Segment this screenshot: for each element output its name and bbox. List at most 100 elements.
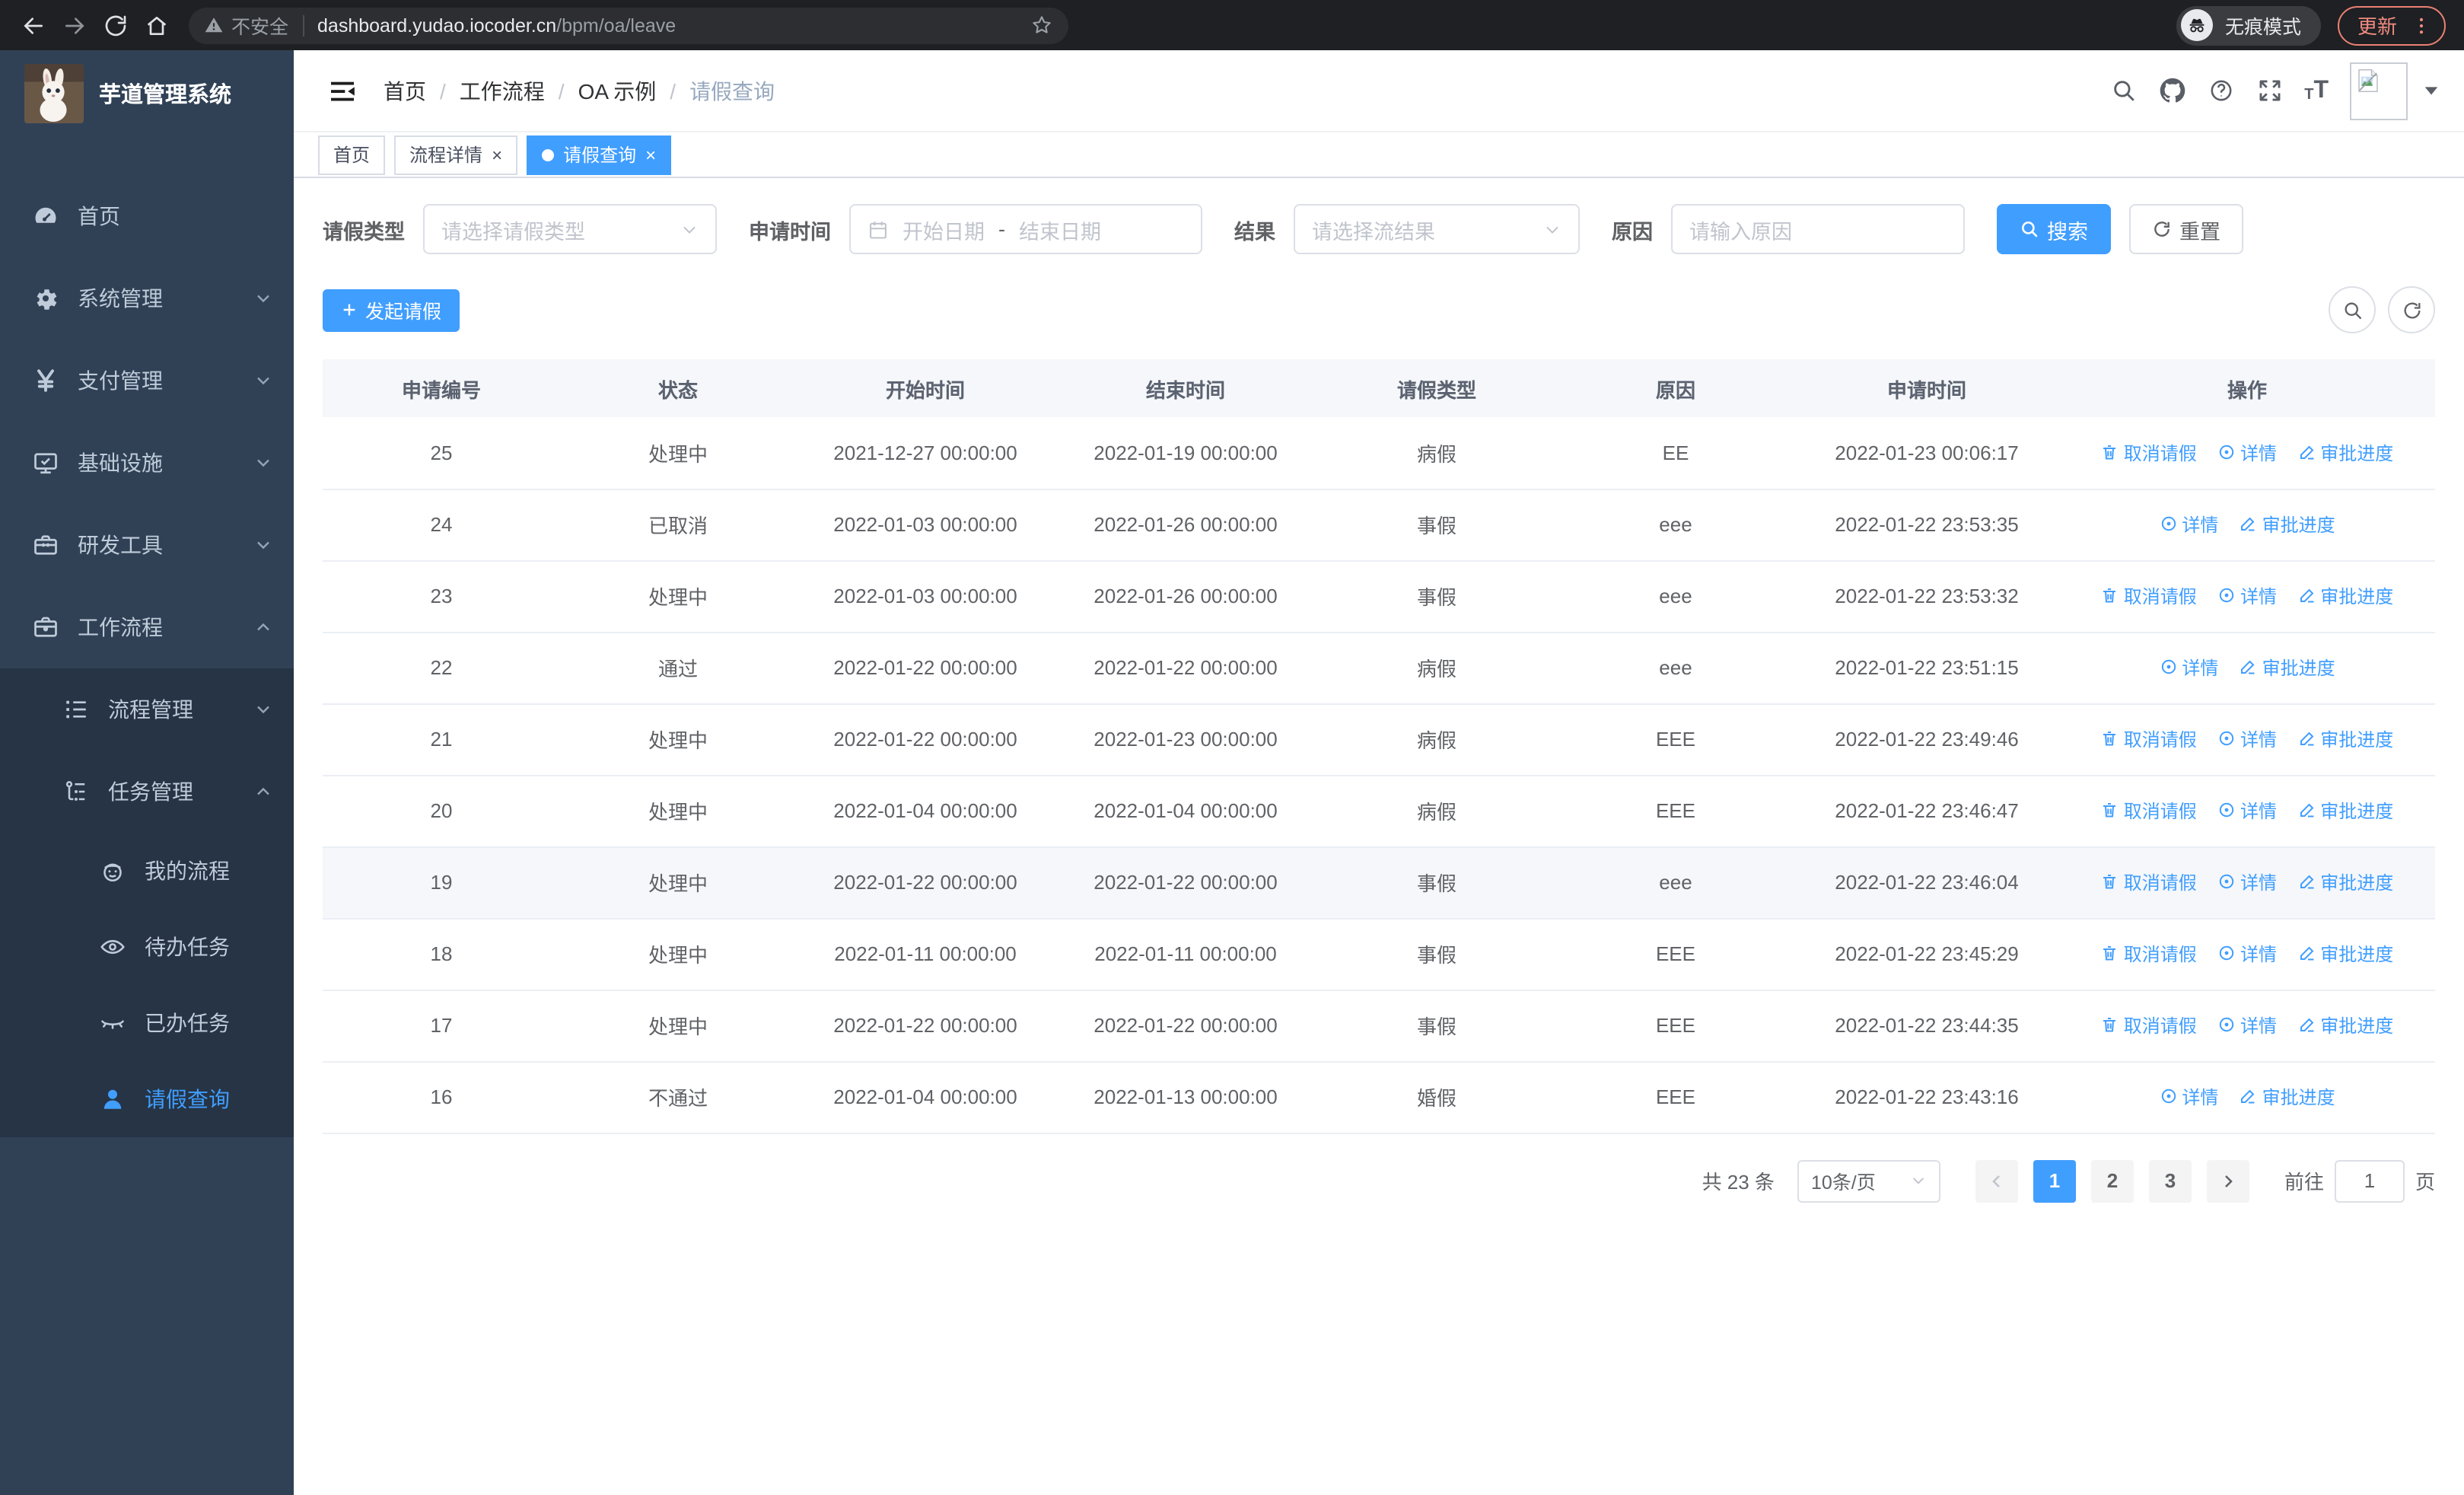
update-button[interactable]: 更新	[2337, 5, 2446, 45]
sidebar-item-workflow[interactable]: 工作流程	[0, 586, 294, 668]
detail-link[interactable]: 详情	[2217, 798, 2277, 824]
help-icon[interactable]	[2207, 77, 2234, 104]
reload-icon[interactable]	[94, 5, 135, 46]
sidebar-item-infrastructure[interactable]: 基础设施	[0, 422, 294, 504]
detail-link[interactable]: 详情	[2159, 655, 2218, 681]
apply-time-range-picker[interactable]: 开始日期 - 结束日期	[849, 204, 1202, 254]
create-leave-button[interactable]: 发起请假	[323, 288, 460, 331]
next-page-button[interactable]	[2206, 1159, 2249, 1202]
security-label[interactable]: 不安全	[231, 11, 288, 40]
approval-progress-link[interactable]: 审批进度	[2297, 941, 2393, 967]
edit-pen-icon	[2300, 1018, 2313, 1032]
breadcrumb-item[interactable]: 首页	[384, 75, 426, 106]
dashboard-icon	[32, 202, 59, 230]
cancel-leave-link[interactable]: 取消请假	[2101, 1012, 2197, 1038]
approval-progress-link[interactable]: 审批进度	[2240, 655, 2335, 681]
tab-leave-query[interactable]: 请假查询 ×	[527, 135, 672, 174]
page-button-3[interactable]: 3	[2148, 1159, 2192, 1202]
cancel-leave-link[interactable]: 取消请假	[2101, 798, 2197, 824]
refresh-table-button[interactable]	[2388, 286, 2435, 333]
page-button-2[interactable]: 2	[2090, 1159, 2134, 1202]
detail-link[interactable]: 详情	[2159, 1084, 2218, 1110]
chevron-right-icon	[2225, 1175, 2233, 1187]
cell-start-time: 2022-01-22 00:00:00	[796, 990, 1055, 1062]
cell-start-time: 2022-01-03 00:00:00	[796, 560, 1055, 633]
workflow-submenu: 流程管理 任务管理 我的流程 待办任务 已办任务 请假查询	[0, 668, 294, 1137]
sidebar-item-task-management[interactable]: 任务管理	[0, 751, 294, 833]
detail-label: 详情	[2240, 442, 2277, 464]
detail-link[interactable]: 详情	[2217, 869, 2277, 895]
tab-process-detail[interactable]: 流程详情 ×	[394, 135, 518, 174]
detail-link[interactable]: 详情	[2217, 726, 2277, 752]
update-label: 更新	[2357, 15, 2397, 38]
breadcrumb-item[interactable]: 工作流程	[460, 75, 545, 106]
result-select[interactable]: 请选择流结果	[1294, 204, 1580, 254]
cell-apply-time: 2022-01-22 23:44:35	[1794, 990, 2059, 1062]
cell-leave-type: 病假	[1316, 417, 1557, 489]
page-button-1[interactable]: 1	[2033, 1159, 2076, 1202]
detail-link[interactable]: 详情	[2159, 512, 2218, 537]
sidebar-item-devtools[interactable]: 研发工具	[0, 504, 294, 586]
detail-link[interactable]: 详情	[2217, 1012, 2277, 1038]
sidebar-item-process-management[interactable]: 流程管理	[0, 668, 294, 751]
cancel-leave-link[interactable]: 取消请假	[2101, 869, 2197, 895]
reason-input[interactable]: 请输入原因	[1671, 204, 1965, 254]
cell-apply-time: 2022-01-22 23:45:29	[1794, 918, 2059, 990]
sidebar-item-my-process[interactable]: 我的流程	[0, 833, 294, 909]
url-bar[interactable]: 不安全 dashboard.yudao.iocoder.cn/bpm/oa/le…	[189, 7, 1068, 43]
cell-end-time: 2022-01-26 00:00:00	[1055, 560, 1316, 633]
detail-link[interactable]: 详情	[2217, 583, 2277, 609]
approval-progress-link[interactable]: 审批进度	[2297, 583, 2393, 609]
sidebar-item-leave-query[interactable]: 请假查询	[0, 1061, 294, 1137]
forward-icon[interactable]	[53, 5, 94, 46]
approval-progress-link[interactable]: 审批进度	[2240, 1084, 2335, 1110]
tab-home[interactable]: 首页	[318, 135, 386, 174]
cancel-leave-link[interactable]: 取消请假	[2101, 941, 2197, 967]
close-icon[interactable]: ×	[645, 145, 656, 164]
leave-type-label: 请假类型	[323, 220, 405, 243]
approval-progress-link[interactable]: 审批进度	[2297, 726, 2393, 752]
sidebar-item-system[interactable]: 系统管理	[0, 257, 294, 339]
approval-progress-link[interactable]: 审批进度	[2297, 798, 2393, 824]
edit-pen-icon	[2300, 947, 2313, 961]
sidebar-item-done-tasks[interactable]: 已办任务	[0, 985, 294, 1061]
reset-button[interactable]: 重置	[2129, 204, 2243, 254]
avatar[interactable]	[2350, 62, 2408, 120]
approval-progress-link[interactable]: 审批进度	[2240, 512, 2335, 537]
github-icon[interactable]	[2158, 77, 2185, 104]
show-search-button[interactable]	[2329, 286, 2376, 333]
page-size-select[interactable]: 10条/页	[1797, 1159, 1940, 1202]
sidebar-item-home[interactable]: 首页	[0, 175, 294, 257]
sidebar-fold-icon[interactable]	[327, 75, 358, 106]
leave-type-select[interactable]: 请选择请假类型	[423, 204, 717, 254]
prev-page-button[interactable]	[1975, 1159, 2018, 1202]
bookmark-star-icon[interactable]	[1030, 14, 1053, 37]
chevron-down-icon[interactable]	[2423, 82, 2440, 99]
cell-status: 通过	[560, 632, 796, 704]
cell-status: 处理中	[560, 703, 796, 776]
font-size-icon[interactable]: TT	[2304, 78, 2329, 103]
back-icon[interactable]	[12, 5, 53, 46]
incognito-label: 无痕模式	[2224, 17, 2301, 38]
sidebar-item-todo-tasks[interactable]: 待办任务	[0, 909, 294, 985]
close-icon[interactable]: ×	[492, 145, 502, 164]
approval-progress-link[interactable]: 审批进度	[2297, 1012, 2393, 1038]
cancel-leave-link[interactable]: 取消请假	[2101, 726, 2197, 752]
fullscreen-icon[interactable]	[2255, 77, 2283, 104]
cancel-leave-link[interactable]: 取消请假	[2101, 583, 2197, 609]
approval-progress-link[interactable]: 审批进度	[2297, 439, 2393, 465]
detail-link[interactable]: 详情	[2217, 941, 2277, 967]
home-icon[interactable]	[135, 5, 177, 46]
approval-progress-link[interactable]: 审批进度	[2297, 869, 2393, 895]
browser-menu-icon[interactable]	[2411, 14, 2432, 36]
cell-reason: EEE	[1557, 703, 1794, 776]
app-logo-row[interactable]: 芋道管理系统	[0, 50, 294, 135]
goto-page-input[interactable]: 1	[2334, 1159, 2405, 1202]
chevron-up-icon	[254, 618, 272, 636]
search-button[interactable]: 搜索	[1997, 204, 2111, 254]
search-icon[interactable]	[2109, 77, 2137, 104]
sidebar-item-payment[interactable]: 支付管理	[0, 339, 294, 422]
detail-link[interactable]: 详情	[2217, 439, 2277, 465]
cancel-leave-link[interactable]: 取消请假	[2101, 439, 2197, 465]
breadcrumb-item[interactable]: OA 示例	[578, 75, 657, 106]
